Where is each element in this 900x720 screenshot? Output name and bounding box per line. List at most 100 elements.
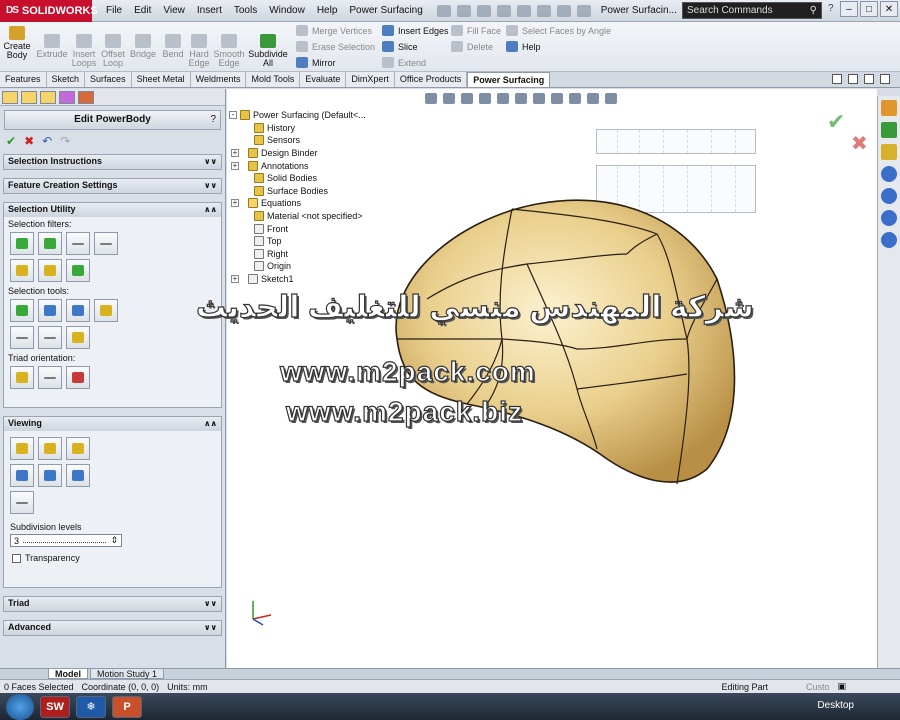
feature-creation-section[interactable]: Feature Creation Settings ∨∨ <box>3 178 222 194</box>
rebuild-icon[interactable] <box>556 4 571 17</box>
solidworks-taskbar-icon[interactable]: SW <box>40 695 70 718</box>
search-icon[interactable] <box>881 166 897 182</box>
filter-vertices-button[interactable] <box>10 232 34 255</box>
display-style-icon[interactable] <box>515 93 527 104</box>
file-explorer-icon[interactable] <box>881 144 897 160</box>
ok-icon[interactable]: ✔ <box>6 134 16 148</box>
powerpoint-taskbar-icon[interactable]: P <box>112 695 142 718</box>
filter-body-button[interactable] <box>10 259 34 282</box>
select-all-button[interactable] <box>10 299 34 322</box>
select-loop-button[interactable] <box>10 326 34 349</box>
menu-window[interactable]: Window <box>263 0 311 22</box>
delete-button[interactable]: Delete <box>451 41 493 52</box>
new-document-icon[interactable] <box>436 4 451 17</box>
tree-item-annotations[interactable]: + Annotations <box>231 159 366 172</box>
hard-edge-button[interactable]: Hard Edge <box>187 32 211 68</box>
filter-edges-button[interactable] <box>66 232 90 255</box>
tree-item-origin[interactable]: Origin <box>243 260 366 273</box>
confirm-cancel-icon[interactable]: ✖ <box>851 131 868 156</box>
design-library-icon[interactable] <box>881 122 897 138</box>
configuration-manager-icon[interactable] <box>40 91 56 104</box>
select-faces-by-angle-button[interactable]: Select Faces by Angle <box>506 25 611 36</box>
filter-ring-button[interactable] <box>66 259 90 282</box>
undo-icon[interactable]: ↶ <box>42 134 52 148</box>
shrink-selection-button[interactable] <box>66 299 90 322</box>
menu-edit[interactable]: Edit <box>128 0 157 22</box>
create-body-button[interactable]: Create Body <box>2 24 32 60</box>
menu-help[interactable]: Help <box>311 0 344 22</box>
subdivision-slider[interactable] <box>23 539 107 543</box>
edges-view-button[interactable] <box>38 464 62 487</box>
tree-item-equations[interactable]: + Equations <box>231 197 366 210</box>
chevron-down-icon[interactable]: ∨∨ <box>204 155 217 169</box>
search-commands-input[interactable]: Search Commands ⚲ <box>682 2 822 19</box>
confirm-ok-icon[interactable]: ✔ <box>827 109 845 135</box>
transparency-checkbox[interactable]: Transparency <box>4 547 221 569</box>
restore-icon[interactable] <box>848 74 858 84</box>
shaded-view-button[interactable] <box>10 437 34 460</box>
view-orientation-icon[interactable] <box>497 93 509 104</box>
smooth-edge-button[interactable]: Smooth Edge <box>212 32 246 68</box>
vertices-view-button[interactable] <box>66 464 90 487</box>
offset-loop-button[interactable]: Offset Loop <box>100 32 126 68</box>
zoom-fit-icon[interactable] <box>425 93 437 104</box>
start-button[interactable] <box>6 693 34 720</box>
tree-item-sketch1[interactable]: + Sketch1 <box>231 273 366 286</box>
tree-item-right-plane[interactable]: Right <box>243 248 366 261</box>
expand-icon[interactable]: + <box>231 275 239 284</box>
menu-tools[interactable]: Tools <box>228 0 263 22</box>
triad-global-button[interactable] <box>10 366 34 389</box>
tab-model[interactable]: Model <box>48 669 88 679</box>
expand-icon[interactable]: + <box>231 149 239 158</box>
insert-loops-button[interactable]: Insert Loops <box>70 32 98 68</box>
fill-face-button[interactable]: Fill Face <box>451 25 501 36</box>
zoom-area-icon[interactable] <box>443 93 455 104</box>
bend-button[interactable]: Bend <box>160 32 186 59</box>
filter-points-button[interactable] <box>94 232 118 255</box>
help-button[interactable]: Help <box>506 41 541 52</box>
maximize-icon[interactable]: □ <box>860 1 878 17</box>
filter-loop-button[interactable] <box>38 259 62 282</box>
merge-vertices-button[interactable]: Merge Vertices <box>296 25 372 36</box>
status-toggle-icon[interactable]: ▣ <box>833 681 850 692</box>
advanced-section[interactable]: Advanced ∨∨ <box>3 620 222 636</box>
display-manager-icon[interactable] <box>78 91 94 104</box>
tree-root[interactable]: - Power Surfacing (Default<... <box>229 109 366 122</box>
bridge-button[interactable]: Bridge <box>128 32 158 59</box>
help-icon[interactable]: ? <box>210 111 216 129</box>
chevron-down-icon[interactable]: ∨∨ <box>204 179 217 193</box>
appearances-icon[interactable] <box>881 210 897 226</box>
tab-motion-study[interactable]: Motion Study 1 <box>90 669 165 679</box>
search-icon[interactable]: ⚲ <box>810 5 817 16</box>
menu-view[interactable]: View <box>157 0 191 22</box>
tab-surfaces[interactable]: Surfaces <box>85 72 132 87</box>
insert-edges-button[interactable]: Insert Edges <box>382 25 449 36</box>
erase-selection-button[interactable]: Erase Selection <box>296 41 375 52</box>
subdivision-levels-input[interactable]: 3 ⇕ <box>10 534 122 547</box>
extend-button[interactable]: Extend <box>382 57 426 68</box>
tile-icon[interactable] <box>832 74 842 84</box>
custom-properties-icon[interactable] <box>881 232 897 248</box>
edit-appearance-icon[interactable] <box>551 93 563 104</box>
feature-manager-icon[interactable] <box>2 91 18 104</box>
chevron-down-icon[interactable]: ∨∨ <box>204 621 217 635</box>
view-palette-icon[interactable] <box>881 188 897 204</box>
close-icon[interactable]: ✕ <box>880 1 898 17</box>
menu-insert[interactable]: Insert <box>191 0 228 22</box>
render-tools-icon[interactable] <box>605 93 617 104</box>
tree-item-sensors[interactable]: Sensors <box>243 134 366 147</box>
apply-scene-icon[interactable] <box>569 93 581 104</box>
print-icon[interactable] <box>496 4 511 17</box>
tree-item-surface-bodies[interactable]: Surface Bodies <box>243 185 366 198</box>
tree-item-solid-bodies[interactable]: Solid Bodies <box>243 172 366 185</box>
tab-sheet-metal[interactable]: Sheet Metal <box>131 72 191 87</box>
tab-mold-tools[interactable]: Mold Tools <box>246 72 301 87</box>
tab-evaluate[interactable]: Evaluate <box>300 72 347 87</box>
minimize-icon[interactable]: – <box>840 1 858 17</box>
close-view-icon[interactable] <box>880 74 890 84</box>
undo-icon[interactable] <box>516 4 531 17</box>
chevron-up-icon[interactable]: ∧∧ <box>204 417 217 431</box>
solidworks-logo[interactable]: DS SOLIDWORKS <box>0 0 98 22</box>
tab-office-products[interactable]: Office Products <box>394 72 468 87</box>
triad-section[interactable]: Triad ∨∨ <box>3 596 222 612</box>
